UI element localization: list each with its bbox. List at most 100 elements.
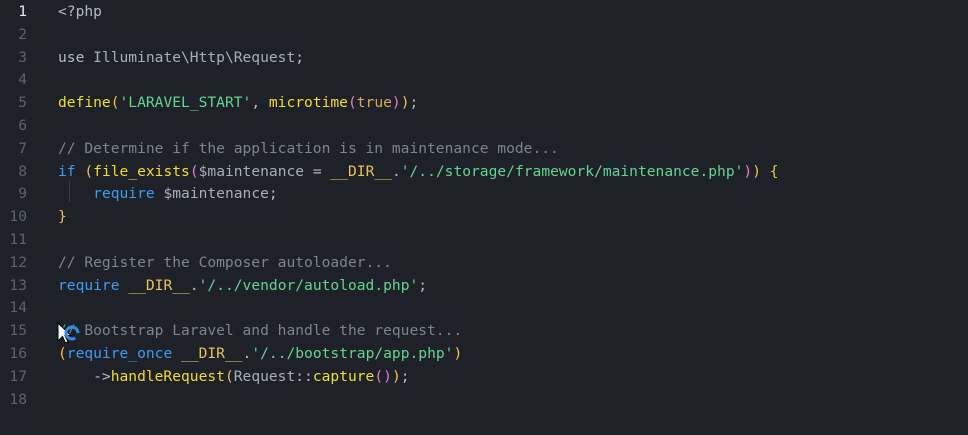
line-number: 11 — [9, 231, 27, 248]
code-token: __DIR__ — [181, 345, 243, 362]
code-token: capture — [312, 367, 375, 385]
code-line[interactable]: 11 — [0, 228, 968, 251]
code-token: ; — [409, 94, 419, 112]
line-number: 10 — [9, 208, 27, 226]
code-token: ; — [295, 48, 305, 66]
code-token: ( — [374, 367, 384, 385]
code-line[interactable]: 12 // Register the Composer autoloader... — [0, 251, 968, 274]
busy-pointer-icon — [57, 322, 80, 344]
code-token: Illuminate\Http\Request — [93, 48, 296, 66]
code-token: handleRequest — [110, 367, 225, 385]
code-text[interactable]: // Bootstrap Laravel and handle the requ… — [58, 319, 462, 342]
code-token: if — [58, 162, 76, 180]
line-number: 15 — [9, 322, 27, 340]
code-token: require — [93, 185, 155, 203]
code-text[interactable]: if (file_exists($maintenance = __DIR__.'… — [58, 160, 779, 183]
code-text[interactable]: <?php — [58, 0, 102, 23]
code-token: $maintenance — [154, 185, 269, 203]
code-token: ; — [400, 367, 410, 385]
code-token: ( — [189, 162, 199, 180]
line-number: 17 — [9, 367, 27, 385]
code-line[interactable]: 18 — [0, 388, 968, 411]
code-text[interactable]: ->handleRequest(Request::capture()); — [58, 365, 410, 388]
code-line[interactable]: 3 use Illuminate\Http\Request; — [0, 46, 968, 69]
code-line[interactable]: 16 (require_once __DIR__.'/../bootstrap/a… — [0, 342, 968, 365]
line-number: 12 — [9, 253, 27, 271]
code-line[interactable]: 8 if (file_exists($maintenance = __DIR__.… — [0, 160, 968, 183]
code-token: __DIR__ — [330, 162, 392, 180]
code-line[interactable]: 6 — [0, 114, 968, 137]
code-token: use — [58, 48, 94, 66]
line-number: 18 — [9, 390, 27, 408]
line-number: 4 — [18, 71, 27, 89]
code-editor[interactable]: 1 <?php 2 3 use Illuminate\Http\Request; 4 5 de… — [0, 0, 968, 435]
code-token: ) — [383, 367, 392, 385]
code-token: } — [58, 208, 67, 226]
code-token: ) — [453, 345, 463, 362]
line-number: 6 — [18, 117, 27, 134]
code-token: ; — [418, 276, 428, 294]
line-number: 2 — [18, 25, 27, 43]
code-text[interactable]: require __DIR__.'/../vendor/autoload.php… — [58, 274, 427, 297]
code-token: $maintenance — [198, 162, 305, 180]
code-line[interactable]: 15 // Bootstrap Laravel and handle the re… — [0, 319, 968, 342]
code-token: __DIR__ — [128, 276, 190, 294]
code-token: ) — [400, 94, 410, 112]
line-number: 5 — [18, 94, 27, 112]
code-token: '/../bootstrap/app.php' — [251, 345, 454, 362]
code-token: '/../vendor/autoload.php' — [198, 276, 419, 294]
code-token: ) — [391, 367, 401, 385]
code-token: ) — [391, 94, 401, 112]
code-token: :: — [295, 367, 313, 385]
code-token: ( — [110, 94, 120, 112]
code-text[interactable]: define('LARAVEL_START', microtime(true))… — [58, 91, 418, 114]
code-token: define — [58, 94, 111, 112]
code-token: // Determine if the application is in ma… — [58, 139, 559, 157]
code-token: ; — [268, 185, 278, 203]
code-text[interactable]: // Determine if the application is in ma… — [58, 137, 559, 160]
code-token: 'LARAVEL_START' — [119, 94, 252, 112]
code-line[interactable]: 17 ->handleRequest(Request::capture()); — [0, 365, 968, 388]
code-line[interactable]: 14 — [0, 296, 968, 319]
code-text[interactable]: // Register the Composer autoloader... — [58, 251, 392, 274]
code-line[interactable]: 7 // Determine if the application is in m… — [0, 137, 968, 160]
line-number: 9 — [18, 185, 27, 203]
code-line[interactable]: 9 require $maintenance; — [0, 182, 968, 205]
indent-guide — [69, 181, 70, 202]
code-line[interactable]: 4 — [0, 68, 968, 91]
code-token: // Bootstrap Laravel and handle the requ… — [58, 322, 463, 340]
code-token: require — [58, 276, 120, 294]
code-token: microtime — [268, 94, 348, 112]
code-token: '/../storage/framework/maintenance.php' — [400, 162, 744, 180]
code-token: , — [251, 94, 269, 112]
code-token: ( — [224, 367, 234, 385]
code-token: ( — [347, 94, 357, 112]
code-text[interactable]: (require_once __DIR__.'/../bootstrap/app… — [58, 342, 462, 365]
code-token: { — [769, 162, 779, 180]
line-number: 13 — [9, 276, 27, 294]
code-token: // Register the Composer autoloader... — [58, 253, 392, 271]
code-line[interactable]: 5 define('LARAVEL_START', microtime(true)… — [0, 91, 968, 114]
line-number: 14 — [9, 299, 27, 317]
code-token: Request — [233, 367, 296, 385]
code-token: . — [391, 162, 401, 180]
code-token: ( — [84, 162, 94, 180]
line-number: 16 — [9, 345, 27, 362]
code-text[interactable]: use Illuminate\Http\Request; — [58, 46, 304, 69]
code-line[interactable]: 13 require __DIR__.'/../vendor/autoload.p… — [0, 274, 968, 297]
code-text[interactable]: require $maintenance; — [58, 182, 278, 205]
code-token: . — [189, 276, 199, 294]
code-line[interactable]: 1 <?php — [0, 0, 968, 23]
code-token: true — [356, 94, 392, 112]
line-number: 8 — [18, 162, 27, 180]
line-number: 7 — [18, 139, 27, 157]
code-line[interactable]: 2 — [0, 23, 968, 46]
code-line[interactable]: 10} — [0, 205, 968, 228]
code-text[interactable]: } — [58, 205, 67, 228]
code-token: = — [304, 162, 331, 180]
code-token: -> — [58, 367, 111, 385]
line-number: 1 — [18, 3, 27, 20]
